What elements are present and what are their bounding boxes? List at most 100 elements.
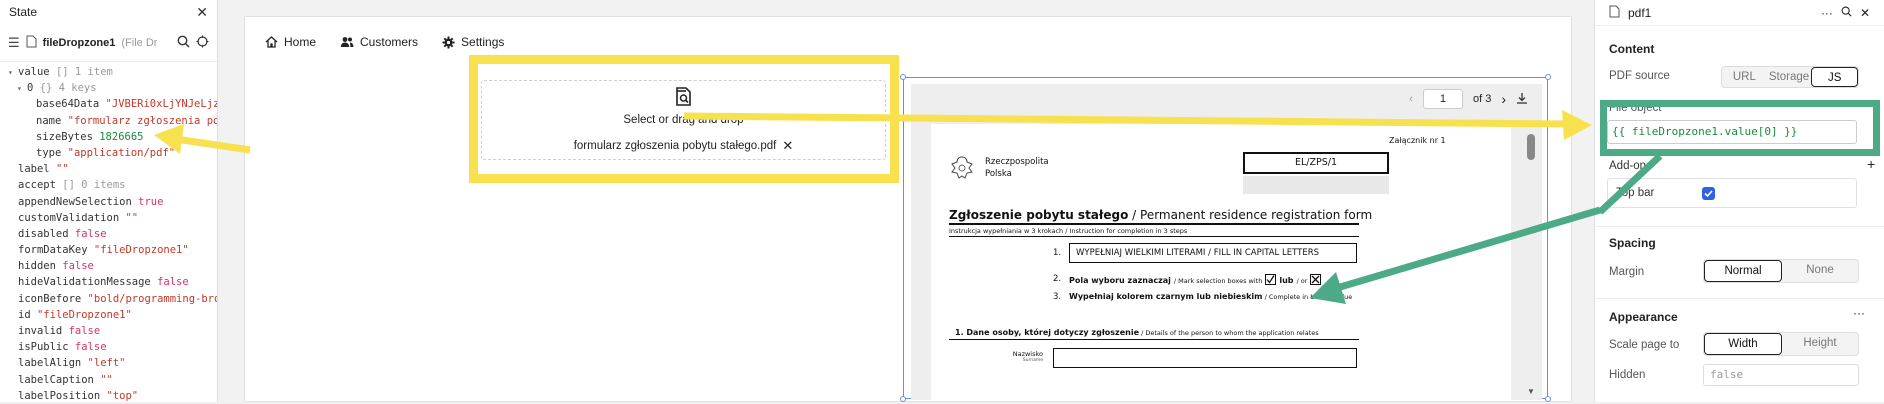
pdf-source-js[interactable]: JS <box>1811 67 1858 87</box>
scroll-up-icon[interactable]: ▲ <box>1527 120 1535 129</box>
doc-step1: WYPEŁNIAJ WIELKIMI LITERAMI / FILL IN CA… <box>1069 243 1357 263</box>
state-value: true <box>138 195 164 208</box>
resize-handle[interactable] <box>1545 74 1551 80</box>
resize-handle[interactable] <box>900 74 906 80</box>
chevron-down-icon[interactable]: ▾ <box>8 65 18 81</box>
chevron-right-icon[interactable]: › <box>1501 91 1506 107</box>
state-key: labelPosition <box>18 389 101 402</box>
margin-toggle[interactable]: Normal None <box>1703 259 1859 283</box>
state-key: customValidation <box>18 211 120 224</box>
nav-settings[interactable]: Settings <box>442 35 504 49</box>
state-tree-row[interactable]: sizeBytes 1826665 <box>8 129 217 145</box>
cross-box-icon <box>1310 274 1322 287</box>
doc-rule <box>949 339 1359 340</box>
state-key: label <box>18 163 50 176</box>
spacing-section-title: Spacing <box>1609 236 1656 250</box>
dropzone-file-name: formularz zgłoszenia pobytu stałego.pdf <box>573 140 777 152</box>
state-value: false <box>157 276 189 289</box>
state-value: false <box>68 325 101 337</box>
state-tree-row[interactable]: hidden false <box>8 258 217 274</box>
state-tree-row[interactable]: id "fileDropzone1" <box>8 307 217 323</box>
file-icon <box>26 35 37 50</box>
state-tree-row[interactable]: iconBefore "bold/programming-brow... <box>8 291 217 307</box>
doc-surname-field <box>1053 348 1357 368</box>
state-tree-row[interactable]: appendNewSelection true <box>8 194 217 210</box>
state-value: "bold/programming-brow... <box>87 292 217 305</box>
state-tree-row[interactable]: hideValidationMessage false <box>8 274 217 290</box>
file-dropzone[interactable]: Select or drag and drop formularz zgłosz… <box>481 80 886 160</box>
crosshair-icon[interactable] <box>196 35 209 50</box>
users-icon <box>340 37 354 47</box>
menu-icon[interactable]: ☰ <box>8 36 20 49</box>
topbar-checkbox[interactable] <box>1702 187 1715 200</box>
state-value: "" <box>55 163 69 176</box>
pdf-scrollbar[interactable]: ▲ ▼ <box>1526 120 1536 396</box>
more-icon[interactable]: ··· <box>1821 6 1833 20</box>
close-icon[interactable]: ✕ <box>1860 6 1870 20</box>
state-value: "" <box>100 373 113 386</box>
inspector-header: pdf1 ··· ✕ <box>1595 0 1884 26</box>
state-tree-row[interactable]: invalid false <box>8 323 217 339</box>
state-tree-row[interactable]: labelAlign "left" <box>8 355 217 371</box>
topbar-addon: Top bar <box>1607 178 1857 208</box>
state-key: hidden <box>18 260 56 273</box>
addons-title: Add-ons <box>1609 160 1652 172</box>
state-tree-row[interactable]: type "application/pdf" <box>8 145 217 161</box>
state-tree-row[interactable]: labelCaption "" <box>8 372 217 388</box>
doc-form-code-bar <box>1243 176 1389 194</box>
pdf-source-url[interactable]: URL <box>1722 67 1767 87</box>
dropzone-prompt: Select or drag and drop <box>623 114 744 126</box>
pdf-source-toggle[interactable]: URL Storage JS <box>1721 66 1859 88</box>
state-tree-row[interactable]: name "formularz zgłoszenia pob... <box>8 113 217 129</box>
margin-none[interactable]: None <box>1782 260 1858 282</box>
state-panel: State ✕ ☰ fileDropzone1 (File Dr ▾ value … <box>0 0 218 402</box>
doc-instruction: Instrukcja wypełniania w 3 krokach / Ins… <box>949 227 1188 235</box>
state-key: isPublic <box>18 341 69 354</box>
close-icon[interactable]: ✕ <box>196 4 208 21</box>
doc-title: Zgłoszenie pobytu stałego / Permanent re… <box>949 208 1372 222</box>
pdf-source-storage[interactable]: Storage <box>1767 67 1812 87</box>
scale-toggle[interactable]: Width Height <box>1703 332 1859 356</box>
state-tree-row[interactable]: ▾ value [] 1 item <box>8 64 217 80</box>
scale-height[interactable]: Height <box>1782 333 1858 355</box>
state-tree-row[interactable]: base64Data "JVBERi0xLjYNJeLjz9... <box>8 96 217 112</box>
state-tree-row[interactable]: customValidation "" <box>8 210 217 226</box>
inspector-title: pdf1 <box>1628 5 1652 20</box>
add-icon[interactable]: + <box>1867 156 1875 172</box>
search-icon[interactable] <box>1841 6 1852 20</box>
doc-issuer-line2: Polska <box>985 169 1012 179</box>
state-tree-row[interactable]: isPublic false <box>8 339 217 355</box>
state-tree-row[interactable]: disabled false <box>8 226 217 242</box>
state-key: labelAlign <box>18 357 82 370</box>
state-tree-row[interactable]: label "" <box>8 161 217 177</box>
state-tree-row[interactable]: formDataKey "fileDropzone1" <box>8 242 217 258</box>
resize-handle[interactable] <box>900 396 906 402</box>
pdf-scroll-thumb[interactable] <box>1527 134 1535 160</box>
state-key: appendNewSelection <box>18 195 132 208</box>
state-value: "formularz zgłoszenia pob... <box>67 114 217 127</box>
chevron-down-icon[interactable]: ▾ <box>17 81 27 97</box>
state-tree-row[interactable]: ▾ 0 {} 4 keys <box>8 80 217 96</box>
chevron-left-icon[interactable]: ‹ <box>1409 93 1413 105</box>
search-icon[interactable] <box>177 35 190 50</box>
doc-annex: Załącznik nr 1 <box>1389 136 1446 145</box>
pdf-viewer[interactable]: ‹ 1 of 3 › Załącznik nr 1 Rzeczpospolita… <box>900 74 1551 402</box>
nav-settings-label: Settings <box>461 35 505 49</box>
nav-home[interactable]: Home <box>265 35 316 49</box>
margin-normal[interactable]: Normal <box>1704 260 1782 282</box>
file-icon <box>1609 5 1620 21</box>
state-value: false <box>74 227 107 240</box>
hidden-input[interactable]: false <box>1703 364 1859 386</box>
state-tree-row[interactable]: accept [] 0 items <box>8 177 217 193</box>
scroll-down-icon[interactable]: ▼ <box>1527 387 1535 396</box>
doc-title-en: / Permanent residence registration form <box>1128 208 1373 222</box>
page-number-input[interactable]: 1 <box>1422 89 1463 109</box>
resize-handle[interactable] <box>1545 396 1551 402</box>
download-icon[interactable] <box>1516 92 1528 107</box>
scale-width[interactable]: Width <box>1704 333 1782 355</box>
remove-file-icon[interactable]: ✕ <box>782 138 793 154</box>
state-key: labelCaption <box>18 373 94 386</box>
nav-customers[interactable]: Customers <box>340 35 418 49</box>
component-name: fileDropzone1 <box>42 36 116 49</box>
more-icon[interactable]: ··· <box>1853 306 1865 320</box>
